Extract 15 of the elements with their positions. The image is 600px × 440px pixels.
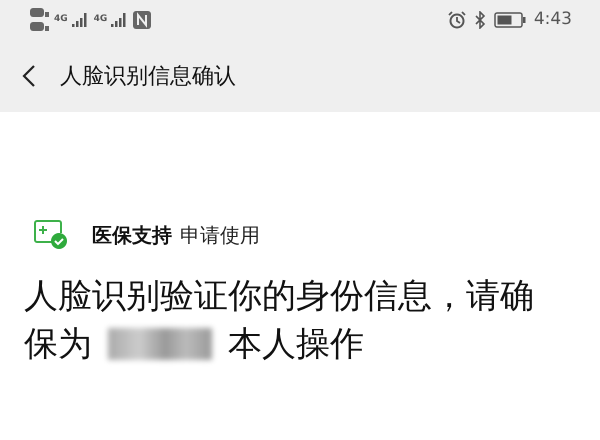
verification-message: 本人操作 — [228, 323, 364, 366]
back-icon[interactable] — [22, 64, 36, 88]
nfc-icon — [133, 11, 152, 29]
medical-card-icon — [34, 220, 68, 250]
app-name: 医保支持 — [92, 222, 172, 249]
verification-message: 人脸识别验证你的身份信息，请确 — [24, 275, 534, 318]
request-label: 申请使用 — [180, 222, 260, 249]
bluetooth-icon — [474, 11, 486, 29]
alarm-icon — [448, 11, 466, 29]
network-label: 4G — [94, 15, 108, 24]
verification-message: 保为 — [24, 323, 92, 366]
battery-icon — [494, 12, 526, 28]
network-label: 4G — [54, 15, 68, 24]
page-title: 人脸识别信息确认 — [60, 62, 236, 90]
clock-time: 4:43 — [534, 8, 572, 32]
